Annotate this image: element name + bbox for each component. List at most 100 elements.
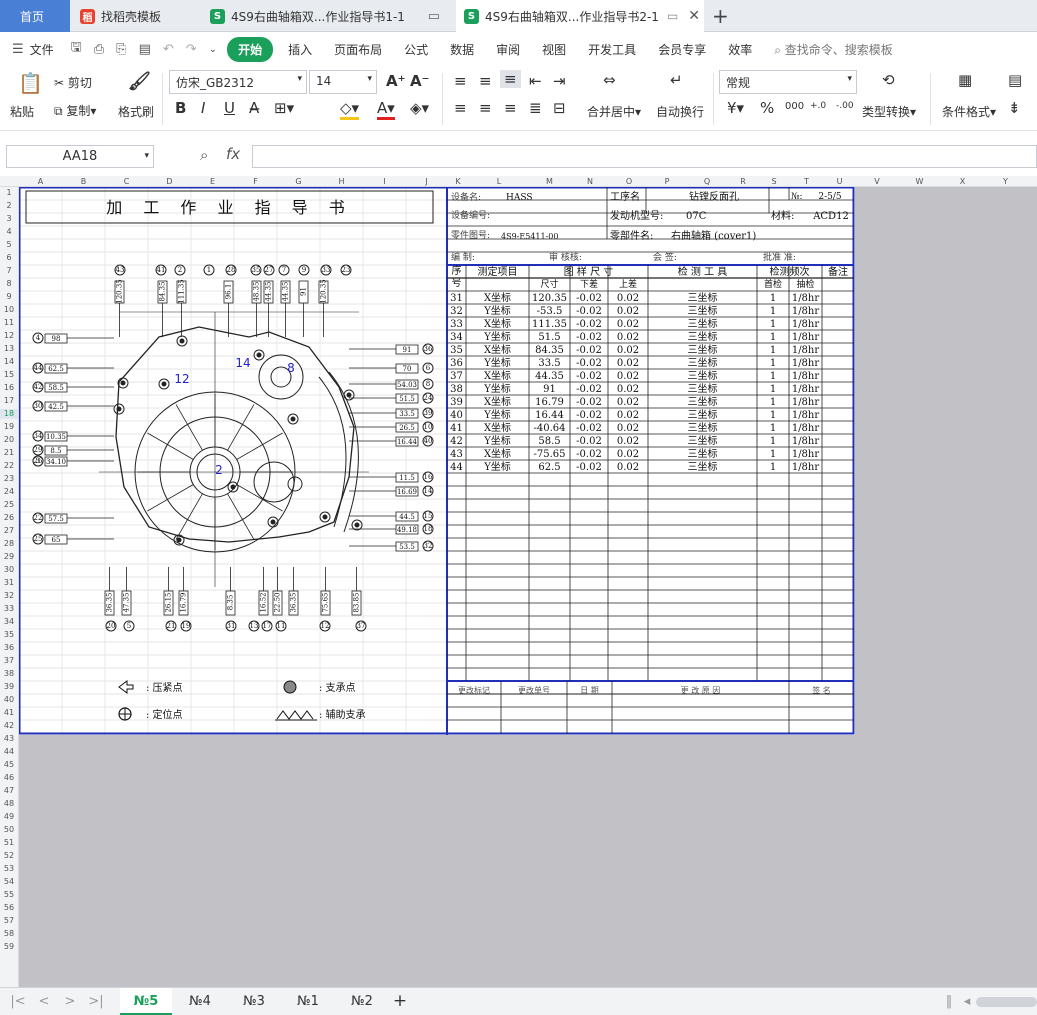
row-label[interactable]: 39 — [0, 682, 18, 692]
row-label[interactable]: 59 — [0, 942, 18, 952]
font-shrink-icon[interactable]: A⁻ — [410, 72, 430, 90]
clear-icon[interactable]: ◈▾ — [410, 99, 429, 117]
align-center-icon[interactable]: ≡ — [479, 99, 492, 117]
sheet-tab-1[interactable]: №1 — [282, 988, 334, 1015]
row-label[interactable]: 35 — [0, 630, 18, 640]
sheet-tab-5[interactable]: №5 — [120, 988, 172, 1015]
convert-icon[interactable]: ⟲ — [882, 71, 895, 89]
next-sheet-icon[interactable]: > — [60, 988, 80, 1015]
column-label[interactable]: F — [234, 176, 277, 187]
row-label[interactable]: 26 — [0, 513, 18, 523]
column-label[interactable]: C — [105, 176, 148, 187]
font-select[interactable]: 仿宋_GB2312 ▾ — [169, 70, 307, 94]
merge-button[interactable]: 合并居中▾ — [587, 103, 641, 120]
menu-layout[interactable]: 页面布局 — [323, 41, 393, 58]
redo-icon[interactable]: ↷ — [180, 42, 203, 57]
row-label[interactable]: 30 — [0, 565, 18, 575]
justify-icon[interactable]: ≣ — [529, 99, 542, 117]
row-label[interactable]: 49 — [0, 812, 18, 822]
row-label[interactable]: 7 — [0, 266, 18, 276]
formula-input[interactable] — [252, 145, 1037, 168]
row-label[interactable]: 40 — [0, 695, 18, 705]
search-command[interactable]: ⌕ 查找命令、搜索模板 — [763, 41, 904, 58]
undo-icon[interactable]: ↶ — [157, 42, 180, 57]
decimal-increase-icon[interactable]: +.0 — [810, 101, 826, 111]
row-label[interactable]: 14 — [0, 357, 18, 367]
row-label[interactable]: 20 — [0, 435, 18, 445]
row-label[interactable]: 54 — [0, 877, 18, 887]
wrap-icon[interactable]: ↵ — [670, 71, 683, 89]
row-label[interactable]: 51 — [0, 838, 18, 848]
row-label[interactable]: 23 — [0, 474, 18, 484]
first-sheet-icon[interactable]: |< — [8, 988, 28, 1015]
column-label[interactable]: G — [277, 176, 320, 187]
align-right-icon[interactable]: ≡ — [504, 99, 517, 117]
column-label[interactable]: V — [856, 176, 898, 187]
row-label[interactable]: 18 — [0, 409, 18, 419]
align-bottom-icon[interactable]: ≡ — [500, 70, 521, 88]
tab-screen-icon[interactable]: ▭ — [667, 9, 678, 23]
menu-home[interactable]: 开始 — [227, 36, 274, 62]
row-label[interactable]: 53 — [0, 864, 18, 874]
column-label[interactable]: H — [320, 176, 363, 187]
column-label[interactable]: E — [191, 176, 234, 187]
row-label[interactable]: 29 — [0, 552, 18, 562]
column-label[interactable]: U — [823, 176, 856, 187]
row-label[interactable]: 8 — [0, 279, 18, 289]
row-label[interactable]: 10 — [0, 305, 18, 315]
row-label[interactable]: 27 — [0, 526, 18, 536]
name-box[interactable]: AA18 ▾ — [6, 145, 154, 168]
row-label[interactable]: 58 — [0, 929, 18, 939]
tab-screen-icon[interactable]: ▭ — [428, 9, 440, 24]
column-label[interactable]: N — [570, 176, 610, 187]
menu-insert[interactable]: 插入 — [277, 41, 323, 58]
align-middle-icon[interactable]: ≡ — [479, 72, 492, 90]
column-label[interactable]: K — [447, 176, 469, 187]
add-sheet-icon[interactable]: + — [390, 988, 410, 1015]
merge-icon[interactable]: ⇔ — [603, 71, 616, 89]
row-label[interactable]: 11 — [0, 318, 18, 328]
row-label[interactable]: 50 — [0, 825, 18, 835]
menu-formula[interactable]: 公式 — [393, 41, 439, 58]
fx-icon[interactable]: fx — [226, 145, 240, 163]
row-label[interactable]: 33 — [0, 604, 18, 614]
hamburger-icon[interactable]: ☰ — [0, 42, 30, 57]
row-label[interactable]: 48 — [0, 799, 18, 809]
table-style-icon[interactable]: ▤ — [1008, 71, 1022, 89]
close-icon[interactable]: ✕ — [688, 8, 700, 24]
currency-icon[interactable]: ¥▾ — [727, 99, 744, 117]
tab-doc-1[interactable]: S 4S9右曲轴箱双...作业指导书1-1 ▭ — [202, 0, 450, 32]
column-label[interactable]: O — [610, 176, 648, 187]
cond-format-button[interactable]: 条件格式▾ — [942, 103, 996, 120]
row-label[interactable]: 36 — [0, 643, 18, 653]
strikethrough-icon[interactable]: A̶ — [249, 99, 259, 117]
row-label[interactable]: 19 — [0, 422, 18, 432]
export-icon[interactable]: ⎙ — [88, 42, 110, 57]
row-label[interactable]: 4 — [0, 227, 18, 237]
column-label[interactable]: T — [790, 176, 823, 187]
scroll-left-icon[interactable]: ‖ — [942, 988, 956, 1015]
number-format-select[interactable]: 常规 ▾ — [719, 70, 857, 94]
cut-button[interactable]: ✂ 剪切 — [54, 74, 92, 91]
row-label[interactable]: 57 — [0, 916, 18, 926]
row-label[interactable]: 43 — [0, 734, 18, 744]
menu-efficiency[interactable]: 效率 — [717, 41, 763, 58]
bold-icon[interactable]: B — [175, 99, 186, 117]
thousands-icon[interactable]: 000 — [785, 101, 804, 112]
size-select[interactable]: 14 ▾ — [309, 70, 377, 94]
column-label[interactable]: I — [363, 176, 406, 187]
tab-template[interactable]: 稻 找稻壳模板 — [72, 0, 200, 32]
conditional-format-icon[interactable]: ▦ — [958, 71, 972, 89]
paste-icon[interactable]: 📋 — [18, 71, 43, 95]
decimal-decrease-icon[interactable]: -.00 — [836, 101, 854, 111]
menu-review[interactable]: 审阅 — [485, 41, 531, 58]
row-label[interactable]: 52 — [0, 851, 18, 861]
menu-file[interactable]: 文件 — [30, 41, 65, 58]
sheet-tab-3[interactable]: №3 — [228, 988, 280, 1015]
distribute-icon[interactable]: ⊟ — [553, 99, 566, 117]
row-label[interactable]: 5 — [0, 240, 18, 250]
row-label[interactable]: 34 — [0, 617, 18, 627]
format-painter-button[interactable]: 格式刷 — [118, 103, 154, 120]
border-icon[interactable]: ⊞▾ — [274, 99, 294, 117]
row-label[interactable]: 24 — [0, 487, 18, 497]
